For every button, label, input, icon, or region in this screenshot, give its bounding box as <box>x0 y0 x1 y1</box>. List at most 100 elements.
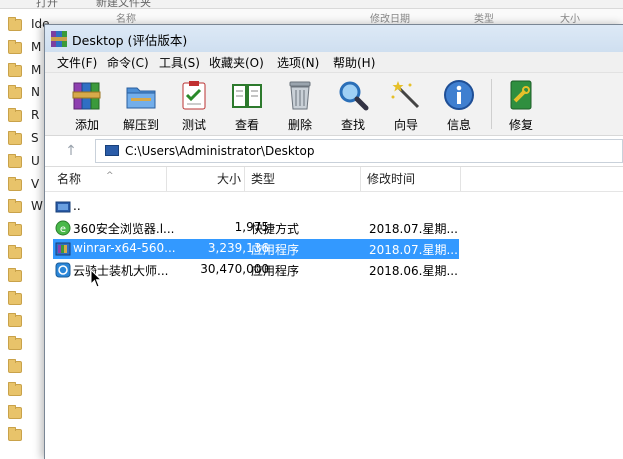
menu-command[interactable]: 命令(C) <box>107 54 149 71</box>
folder-icon <box>8 176 22 191</box>
background-folder-item[interactable] <box>8 426 42 448</box>
file-type: 应用程序 <box>251 243 300 257</box>
folder-icon <box>8 359 22 373</box>
address-field[interactable]: C:\Users\Administrator\Desktop <box>95 139 623 163</box>
background-folder-item[interactable]: U <box>8 153 42 175</box>
column-type[interactable]: 类型 <box>245 167 361 191</box>
menu-file[interactable]: 文件(F) <box>57 54 97 71</box>
wizard-label: 向导 <box>393 118 418 132</box>
up-folder-button[interactable]: ↑ <box>61 141 81 161</box>
background-folder-item[interactable]: M <box>8 62 42 84</box>
background-folder-item[interactable]: R <box>8 107 42 129</box>
extract-to-button[interactable]: 解压到 <box>116 77 166 133</box>
file-modified: 2018.06.星期... <box>369 264 458 278</box>
up-arrow-icon: ↑ <box>65 143 77 159</box>
background-folder-item[interactable] <box>8 244 42 266</box>
menu-tools[interactable]: 工具(S) <box>159 54 200 71</box>
background-folder-label: V <box>31 176 40 191</box>
column-type-label: 类型 <box>251 172 276 186</box>
file-row[interactable]: .. <box>53 197 459 217</box>
folder-icon <box>8 108 22 123</box>
file-modified: 2018.07.星期... <box>369 243 458 257</box>
file-modified: 2018.07.星期... <box>369 222 458 236</box>
background-folder-item[interactable] <box>8 221 42 243</box>
add-archive-icon <box>72 82 101 110</box>
background-folder-label: W <box>31 199 43 214</box>
folder-icon <box>8 153 22 168</box>
folder-icon <box>8 85 22 100</box>
info-button[interactable]: 信息 <box>434 77 484 133</box>
background-folder-item[interactable] <box>8 404 42 426</box>
background-folder-item[interactable] <box>8 358 42 380</box>
app-installer-icon <box>55 262 71 278</box>
find-button[interactable]: 查找 <box>328 77 378 133</box>
background-col-date[interactable]: 修改日期 <box>370 10 410 25</box>
column-name[interactable]: 名称 ^ <box>45 167 167 191</box>
sort-ascending-icon: ^ <box>106 171 114 181</box>
menu-favorites[interactable]: 收藏夹(O) <box>209 54 264 71</box>
wizard-icon <box>391 81 420 109</box>
drive-icon <box>105 145 119 156</box>
file-name: .. <box>73 199 81 213</box>
background-folder-item[interactable] <box>8 312 42 334</box>
menu-options[interactable]: 选项(N) <box>277 54 319 71</box>
folder-icon <box>8 199 22 214</box>
view-label: 查看 <box>234 118 259 132</box>
background-folder-item[interactable]: Ide <box>8 16 50 38</box>
background-folder-item[interactable] <box>8 290 42 312</box>
winrar-window: Desktop (评估版本) 文件(F) 命令(C) 工具(S) 收藏夹(O) … <box>44 24 623 459</box>
file-row[interactable]: winrar-x64-560... 3,239,136 应用程序 2018.07.星期… <box>53 239 459 259</box>
background-col-type[interactable]: 类型 <box>474 10 494 25</box>
svg-text:e: e <box>60 224 66 235</box>
address-path: C:\Users\Administrator\Desktop <box>125 144 315 158</box>
background-folder-item[interactable] <box>8 267 42 289</box>
browser-shortcut-icon: e <box>55 220 71 236</box>
add-button[interactable]: 添加 <box>62 77 112 133</box>
background-folder-label: R <box>31 108 40 123</box>
folder-icon <box>8 427 22 442</box>
folder-icon <box>8 404 22 419</box>
background-col-size[interactable]: 大小 <box>560 10 580 25</box>
background-folder-item[interactable]: V <box>8 176 42 198</box>
background-folder-label: M <box>31 62 42 77</box>
file-row[interactable]: 云骑士装机大师... 30,470,000 应用程序 2018.06.星期... <box>53 260 459 280</box>
delete-button[interactable]: 删除 <box>275 77 325 133</box>
wizard-button[interactable]: 向导 <box>381 77 431 133</box>
folder-icon <box>8 62 22 77</box>
title-bar[interactable]: Desktop (评估版本) <box>45 25 623 52</box>
background-folder-item[interactable] <box>8 335 42 357</box>
extract-to-label: 解压到 <box>122 118 159 132</box>
find-icon <box>339 81 369 111</box>
column-size[interactable]: 大小 <box>167 167 245 191</box>
background-folder-label: M <box>31 39 42 54</box>
background-folder-label: U <box>31 153 40 168</box>
menu-help[interactable]: 帮助(H) <box>333 54 375 71</box>
background-folder-item[interactable] <box>8 381 42 403</box>
file-row[interactable]: e 360安全浏览器.l... 1,975 快捷方式 2018.07.星期... <box>53 218 459 238</box>
toolbar-separator <box>491 79 492 129</box>
folder-icon <box>8 222 22 237</box>
add-label: 添加 <box>74 118 99 132</box>
menu-bar: 文件(F) 命令(C) 工具(S) 收藏夹(O) 选项(N) 帮助(H) <box>45 52 623 73</box>
background-folder-label: S <box>31 131 39 145</box>
mouse-cursor-icon <box>90 269 103 288</box>
view-button[interactable]: 查看 <box>222 77 272 133</box>
file-list-header: 名称 ^ 大小 类型 修改时间 <box>45 167 623 192</box>
folder-icon <box>8 131 22 145</box>
file-name: 360安全浏览器.l... <box>73 222 175 236</box>
background-folder-item[interactable]: W <box>8 198 43 220</box>
repair-button[interactable]: 修复 <box>496 77 546 133</box>
info-icon <box>444 80 474 110</box>
column-size-label: 大小 <box>216 172 241 186</box>
background-folder-item[interactable]: M <box>8 39 42 61</box>
background-folder-label: N <box>31 85 40 100</box>
column-name-label: 名称 <box>57 172 82 186</box>
column-modified[interactable]: 修改时间 <box>361 167 461 191</box>
delete-label: 删除 <box>287 118 312 132</box>
test-button[interactable]: 测试 <box>169 77 219 133</box>
folder-icon <box>8 290 22 305</box>
background-col-name[interactable]: 名称 <box>116 10 136 25</box>
background-folder-item[interactable]: S <box>8 130 42 152</box>
window-title: Desktop (评估版本) <box>72 33 188 48</box>
background-folder-item[interactable]: N <box>8 84 42 106</box>
